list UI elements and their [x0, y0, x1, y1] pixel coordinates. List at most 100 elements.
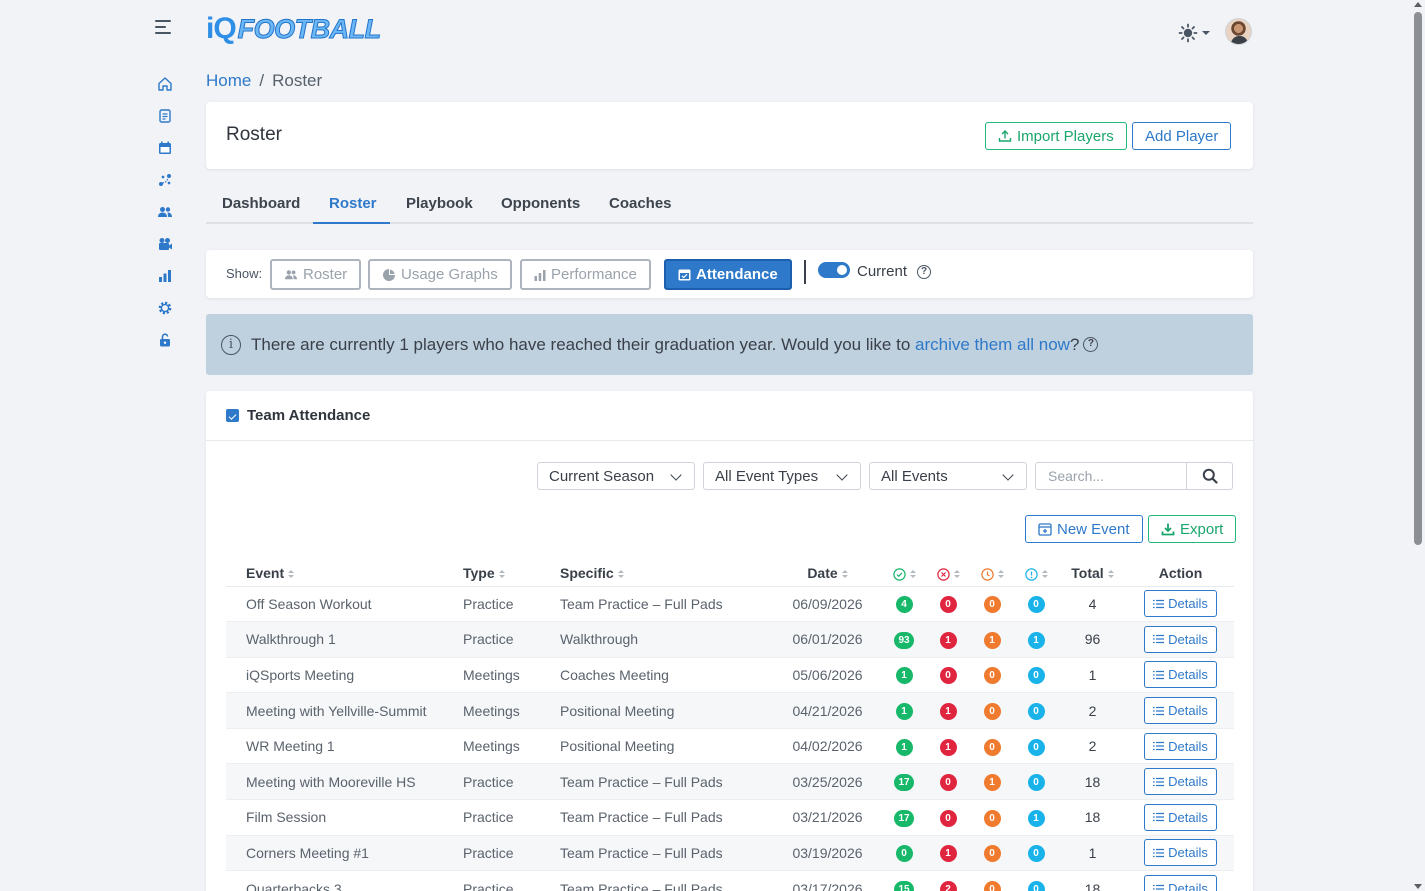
plays-icon[interactable]	[154, 164, 176, 196]
pie-chart-icon	[383, 268, 395, 281]
breadcrumb-home-link[interactable]: Home	[206, 71, 251, 91]
details-button[interactable]: Details	[1144, 732, 1217, 760]
import-players-button[interactable]: Import Players	[985, 122, 1127, 150]
page-scrollbar[interactable]	[1410, 0, 1425, 891]
unlock-icon[interactable]	[154, 324, 176, 356]
col-absent[interactable]	[926, 560, 970, 587]
tab-dashboard[interactable]: Dashboard	[222, 195, 300, 212]
cell-type: Practice	[463, 870, 560, 891]
show-attendance-button[interactable]: Attendance	[664, 259, 792, 290]
cell-specific: Positional Meeting	[560, 692, 773, 729]
details-button[interactable]: Details	[1144, 875, 1217, 891]
tab-opponents[interactable]: Opponents	[501, 195, 580, 212]
app-logo[interactable]: iQ FOOTBALL	[206, 12, 382, 45]
cell-absent: 1	[926, 692, 970, 729]
details-button[interactable]: Details	[1144, 768, 1217, 796]
tab-playbook[interactable]: Playbook	[406, 195, 473, 212]
details-label: Details	[1168, 809, 1208, 825]
user-avatar[interactable]	[1225, 18, 1252, 45]
details-button[interactable]: Details	[1144, 590, 1217, 618]
col-present[interactable]	[882, 560, 926, 587]
col-specific[interactable]: Specific	[560, 560, 773, 587]
stats-icon[interactable]	[154, 260, 176, 292]
excused-count-badge: 0	[1027, 845, 1045, 863]
new-event-button[interactable]: New Event	[1025, 515, 1143, 543]
cell-event: Quarterbacks 3	[226, 870, 463, 891]
search-box	[1035, 462, 1233, 490]
cell-late: 0	[970, 799, 1014, 836]
details-button[interactable]: Details	[1144, 625, 1217, 653]
col-date[interactable]: Date	[773, 560, 882, 587]
alert-help-icon[interactable]: ?	[1083, 337, 1099, 352]
absent-count-badge: 1	[939, 845, 957, 863]
users-icon[interactable]	[154, 196, 176, 228]
cell-total: 1	[1058, 657, 1127, 694]
col-late[interactable]	[970, 560, 1014, 587]
cell-excused: 0	[1014, 586, 1058, 623]
calendar-check-icon	[678, 269, 691, 281]
cell-date: 03/21/2026	[773, 799, 882, 836]
notes-icon[interactable]	[154, 100, 176, 132]
cell-action: Details	[1127, 763, 1234, 801]
cell-late: 0	[970, 692, 1014, 729]
cell-specific: Team Practice – Full Pads	[560, 799, 773, 836]
present-count-badge: 1	[895, 703, 913, 721]
list-icon	[1153, 635, 1165, 644]
scrollbar-thumb[interactable]	[1414, 12, 1422, 545]
cell-late: 0	[970, 586, 1014, 623]
search-button[interactable]	[1186, 463, 1232, 489]
search-input[interactable]	[1036, 463, 1186, 489]
export-button[interactable]: Export	[1148, 515, 1237, 543]
show-usage-graphs-button[interactable]: Usage Graphs	[368, 259, 512, 290]
col-total[interactable]: Total	[1058, 560, 1127, 587]
details-button[interactable]: Details	[1144, 803, 1217, 831]
col-event[interactable]: Event	[226, 560, 463, 587]
help-icon[interactable]: ?	[917, 265, 931, 279]
film-icon[interactable]	[154, 228, 176, 260]
events-select[interactable]: All Events	[869, 462, 1027, 490]
cell-type: Practice	[463, 799, 560, 836]
menu-toggle-button[interactable]	[155, 20, 175, 38]
details-button[interactable]: Details	[1144, 661, 1217, 689]
cell-action: Details	[1127, 692, 1234, 729]
new-event-label: New Event	[1057, 520, 1130, 538]
cell-event: Meeting with Mooreville HS	[226, 763, 463, 801]
calendar-check-icon	[226, 409, 239, 422]
table-row: iQSports Meeting Meetings Coaches Meeting 0…	[226, 657, 1234, 694]
event-type-select[interactable]: All Event Types	[703, 462, 861, 490]
scroll-down-arrow[interactable]	[1414, 884, 1422, 889]
sort-icon	[288, 570, 294, 578]
cell-absent: 0	[926, 799, 970, 836]
archive-all-link[interactable]: archive them all now	[915, 335, 1070, 355]
current-toggle-label: Current	[857, 263, 908, 280]
cell-present: 1	[882, 692, 926, 729]
scroll-up-arrow[interactable]	[1414, 2, 1422, 7]
current-toggle[interactable]	[818, 262, 850, 278]
export-label: Export	[1180, 520, 1224, 538]
cell-present: 17	[882, 763, 926, 801]
add-player-button[interactable]: Add Player	[1132, 122, 1232, 150]
users-icon	[285, 269, 297, 279]
cell-total: 2	[1058, 728, 1127, 765]
home-icon[interactable]	[154, 68, 176, 100]
show-roster-button[interactable]: Roster	[270, 259, 362, 290]
cell-total: 4	[1058, 586, 1127, 623]
calendar-icon[interactable]	[154, 132, 176, 164]
details-button[interactable]: Details	[1144, 839, 1217, 867]
tab-coaches[interactable]: Coaches	[609, 195, 672, 212]
theme-toggle-button[interactable]	[1178, 22, 1214, 44]
season-select[interactable]: Current Season	[537, 462, 695, 490]
absent-count-badge: 0	[939, 774, 957, 792]
details-button[interactable]: Details	[1144, 697, 1217, 725]
cell-specific: Team Practice – Full Pads	[560, 870, 773, 891]
col-excused[interactable]	[1014, 560, 1058, 587]
attendance-table: Event Type Specific Date Total Action Of…	[226, 560, 1234, 891]
show-performance-button[interactable]: Performance	[520, 259, 651, 290]
cell-present: 0	[882, 835, 926, 872]
gear-icon[interactable]	[154, 292, 176, 324]
absent-icon	[936, 567, 950, 581]
cell-present: 1	[882, 657, 926, 694]
tab-roster[interactable]: Roster	[329, 195, 377, 212]
table-row: Meeting with Mooreville HS Practice Team P…	[226, 763, 1234, 801]
col-type[interactable]: Type	[463, 560, 560, 587]
